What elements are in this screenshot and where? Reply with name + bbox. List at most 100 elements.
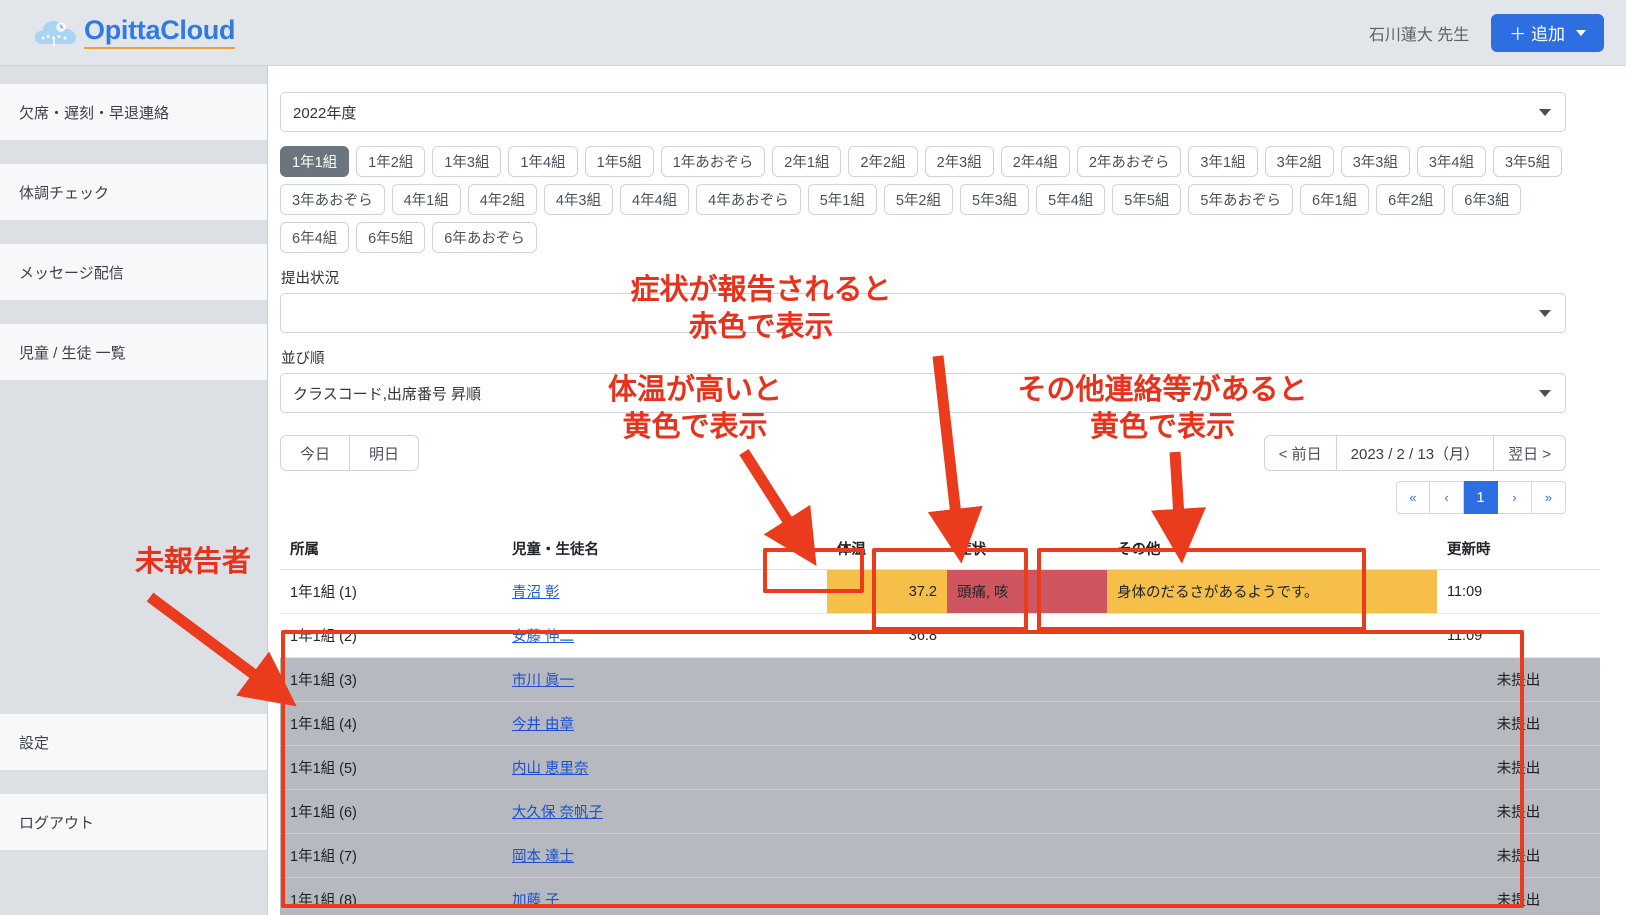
class-tab-32[interactable]: 6年5組 bbox=[356, 222, 426, 253]
class-tab-7[interactable]: 2年2組 bbox=[848, 146, 918, 177]
cell-temperature bbox=[827, 833, 947, 878]
student-name-link[interactable]: 青沼 彰 bbox=[512, 585, 560, 601]
cell-belong: 1年1組 (8) bbox=[280, 877, 502, 915]
sort-order-label: 並び順 bbox=[281, 351, 325, 367]
sidebar-item-logout[interactable]: ログアウト bbox=[0, 794, 267, 850]
pagination: « ‹ 1 › » bbox=[1396, 481, 1566, 514]
cell-symptom bbox=[947, 745, 1107, 790]
brand[interactable]: OpittaCloud bbox=[32, 16, 235, 50]
class-tab-0[interactable]: 1年1組 bbox=[280, 146, 350, 177]
page-next-button[interactable]: › bbox=[1498, 481, 1532, 514]
sidebar-item-settings[interactable]: 設定 bbox=[0, 714, 267, 770]
cell-symptom bbox=[947, 789, 1107, 834]
page-current-button[interactable]: 1 bbox=[1464, 481, 1498, 514]
class-tab-13[interactable]: 3年3組 bbox=[1340, 146, 1410, 177]
cell-name: 内山 恵里奈 bbox=[502, 745, 827, 790]
cell-symptom bbox=[947, 657, 1107, 702]
class-tab-11[interactable]: 3年1組 bbox=[1188, 146, 1258, 177]
next-day-button[interactable]: 翌日 > bbox=[1494, 435, 1566, 471]
class-tab-33[interactable]: 6年あおぞら bbox=[432, 222, 537, 253]
student-name-link[interactable]: 大久保 奈帆子 bbox=[512, 805, 603, 821]
cell-belong: 1年1組 (2) bbox=[280, 613, 502, 658]
class-tab-29[interactable]: 6年2組 bbox=[1376, 184, 1446, 215]
sidebar-filler bbox=[0, 380, 267, 714]
class-tab-18[interactable]: 4年2組 bbox=[467, 184, 537, 215]
cell-belong: 1年1組 (3) bbox=[280, 657, 502, 702]
sort-order-select[interactable]: クラスコード,出席番号 昇順 bbox=[280, 373, 1566, 413]
cell-temperature bbox=[827, 657, 947, 702]
sidebar-item-health-check[interactable]: 体調チェック bbox=[0, 164, 267, 220]
class-tab-15[interactable]: 3年5組 bbox=[1492, 146, 1563, 177]
table-row: 1年1組 (7) 岡本 達士 未提出 bbox=[280, 833, 1600, 878]
class-tab-30[interactable]: 6年3組 bbox=[1452, 184, 1522, 215]
sidebar-item-student-list[interactable]: 児童 / 生徒 一覧 bbox=[0, 324, 267, 380]
class-tab-14[interactable]: 3年4組 bbox=[1416, 146, 1486, 177]
cell-other bbox=[1107, 789, 1437, 834]
table-head: 所属 児童・生徒名 体温 症状 その他 更新時 bbox=[280, 530, 1600, 570]
app-header: OpittaCloud 石川蓮大 先生 ＋ 追加 bbox=[0, 0, 1626, 66]
class-tab-24[interactable]: 5年3組 bbox=[960, 184, 1030, 215]
student-name-link[interactable]: 岡本 達士 bbox=[512, 849, 574, 865]
class-tab-23[interactable]: 5年2組 bbox=[883, 184, 953, 215]
class-tab-2[interactable]: 1年3組 bbox=[432, 146, 502, 177]
class-tab-9[interactable]: 2年4組 bbox=[1000, 146, 1070, 177]
class-tab-22[interactable]: 5年1組 bbox=[807, 184, 877, 215]
cell-name: 安藤 伸二 bbox=[502, 613, 827, 658]
cell-symptom: 頭痛, 咳 bbox=[947, 569, 1107, 614]
cell-other bbox=[1107, 701, 1437, 746]
class-tab-26[interactable]: 5年5組 bbox=[1112, 184, 1182, 215]
prev-day-button[interactable]: < 前日 bbox=[1263, 435, 1337, 471]
date-and-pager: < 前日 2023 / 2 / 13（月） 翌日 > « ‹ 1 › » bbox=[1263, 435, 1566, 514]
school-year-select[interactable]: 2022年度 bbox=[280, 92, 1566, 132]
sidebar-item-message[interactable]: メッセージ配信 bbox=[0, 244, 267, 300]
class-tab-4[interactable]: 1年5組 bbox=[584, 146, 654, 177]
school-year-value: 2022年度 bbox=[293, 104, 357, 122]
class-tab-20[interactable]: 4年4組 bbox=[620, 184, 690, 215]
current-date[interactable]: 2023 / 2 / 13（月） bbox=[1336, 435, 1495, 471]
class-tab-8[interactable]: 2年3組 bbox=[924, 146, 994, 177]
cell-updated: 未提出 bbox=[1437, 833, 1600, 878]
class-tab-25[interactable]: 5年4組 bbox=[1036, 184, 1106, 215]
table-row: 1年1組 (4) 今井 由章 未提出 bbox=[280, 701, 1600, 746]
page-first-button[interactable]: « bbox=[1396, 481, 1430, 514]
table-row: 1年1組 (5) 内山 恵里奈 未提出 bbox=[280, 745, 1600, 790]
chevron-down-icon bbox=[1539, 390, 1551, 397]
sidebar-item-label: 欠席・遅刻・早退連絡 bbox=[19, 104, 170, 122]
page-prev-button[interactable]: ‹ bbox=[1430, 481, 1464, 514]
cell-name: 青沼 彰 bbox=[502, 569, 827, 614]
student-name-link[interactable]: 内山 恵里奈 bbox=[512, 761, 589, 777]
class-tab-28[interactable]: 6年1組 bbox=[1300, 184, 1370, 215]
table-row: 1年1組 (6) 大久保 奈帆子 未提出 bbox=[280, 789, 1600, 834]
student-name-link[interactable]: 安藤 伸二 bbox=[512, 629, 574, 645]
cell-name: 加藤 子 bbox=[502, 877, 827, 915]
sidebar-item-absence[interactable]: 欠席・遅刻・早退連絡 bbox=[0, 84, 267, 140]
page-last-button[interactable]: » bbox=[1532, 481, 1566, 514]
sidebar-item-label: 児童 / 生徒 一覧 bbox=[19, 344, 126, 362]
student-name-link[interactable]: 市川 眞一 bbox=[512, 673, 574, 689]
submission-status-select[interactable] bbox=[280, 293, 1566, 333]
sidebar-item-label: 設定 bbox=[19, 734, 50, 752]
student-name-link[interactable]: 今井 由章 bbox=[512, 717, 574, 733]
class-tab-16[interactable]: 3年あおぞら bbox=[280, 184, 385, 215]
today-button[interactable]: 今日 bbox=[280, 435, 351, 471]
class-tab-5[interactable]: 1年あおぞら bbox=[660, 146, 766, 177]
add-button[interactable]: ＋ 追加 bbox=[1491, 13, 1604, 52]
class-tab-1[interactable]: 1年2組 bbox=[356, 146, 426, 177]
class-tab-19[interactable]: 4年3組 bbox=[543, 184, 613, 215]
class-tab-17[interactable]: 4年1組 bbox=[391, 184, 461, 215]
class-tab-31[interactable]: 6年4組 bbox=[280, 222, 350, 253]
cell-other bbox=[1107, 877, 1437, 915]
student-name-link[interactable]: 加藤 子 bbox=[512, 893, 560, 909]
cell-belong: 1年1組 (1) bbox=[280, 569, 502, 614]
class-tab-6[interactable]: 2年1組 bbox=[772, 146, 842, 177]
tomorrow-button[interactable]: 明日 bbox=[350, 435, 420, 471]
class-tab-27[interactable]: 5年あおぞら bbox=[1188, 184, 1293, 215]
class-tab-10[interactable]: 2年あおぞら bbox=[1076, 146, 1182, 177]
cell-symptom bbox=[947, 877, 1107, 915]
cell-other bbox=[1107, 657, 1437, 702]
class-tab-21[interactable]: 4年あおぞら bbox=[696, 184, 801, 215]
class-tab-3[interactable]: 1年4組 bbox=[508, 146, 578, 177]
content-inner: 2022年度 1年1組 1年2組 1年3組 1年4組 1年5組 1年あおぞら 2年1組 2年2… bbox=[268, 66, 1626, 915]
class-tab-12[interactable]: 3年2組 bbox=[1264, 146, 1334, 177]
cell-belong: 1年1組 (7) bbox=[280, 833, 502, 878]
